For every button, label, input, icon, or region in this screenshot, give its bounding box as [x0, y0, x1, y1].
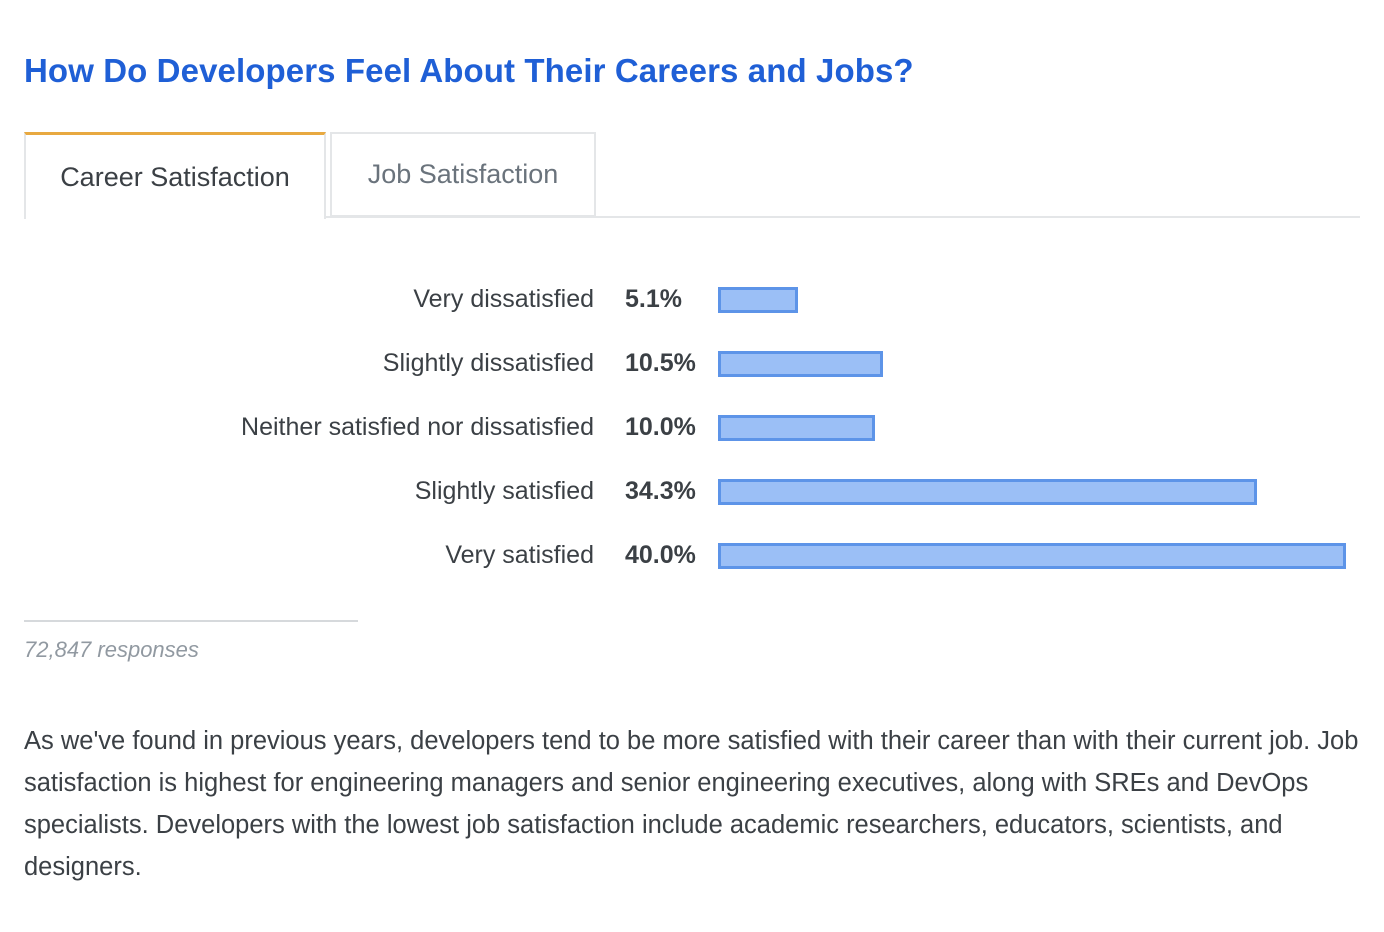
body-paragraph: As we've found in previous years, develo…	[24, 727, 1359, 881]
bar	[718, 479, 1257, 505]
bar-value-label: 10.0%	[625, 413, 696, 441]
bar-label: Slightly dissatisfied	[382, 349, 594, 377]
bar-label: Slightly satisfied	[414, 477, 594, 505]
bar	[718, 543, 1346, 569]
bar	[718, 415, 875, 441]
bar-label: Very satisfied	[445, 541, 594, 569]
tab-career-satisfaction[interactable]: Career Satisfaction	[24, 132, 326, 219]
bar-label: Neither satisfied nor dissatisfied	[241, 413, 594, 441]
bar-value-label: 5.1%	[625, 285, 682, 313]
bar-label: Very dissatisfied	[413, 285, 594, 313]
tab-job-satisfaction[interactable]: Job Satisfaction	[330, 132, 596, 217]
bar-value-label: 34.3%	[625, 477, 696, 505]
chart-divider	[24, 620, 358, 622]
bar-value-label: 40.0%	[625, 541, 696, 569]
bar	[718, 287, 798, 313]
bar-value-label: 10.5%	[625, 349, 696, 377]
responses-count: 72,847 responses	[24, 637, 199, 662]
page-title: How Do Developers Feel About Their Caree…	[24, 52, 914, 89]
bar	[718, 351, 883, 377]
